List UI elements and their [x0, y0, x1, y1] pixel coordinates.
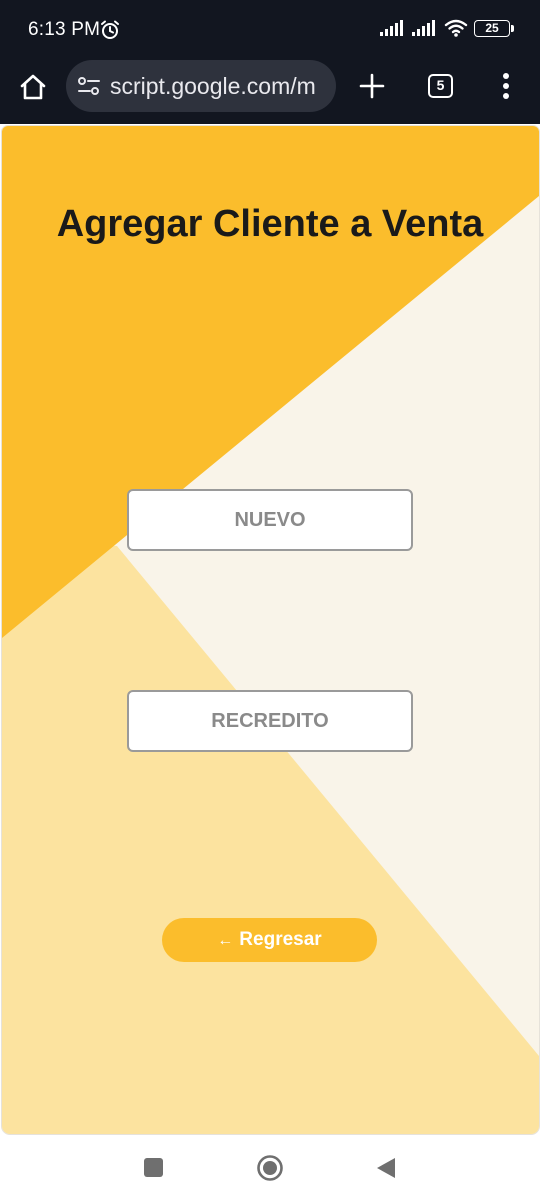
url-text[interactable]: script.google.com/m: [110, 73, 316, 100]
more-vert-icon[interactable]: [500, 72, 512, 100]
recredito-button[interactable]: RECREDITO: [127, 690, 413, 752]
home-icon[interactable]: [18, 72, 48, 102]
battery-icon: 25: [474, 19, 514, 37]
page-background: [2, 126, 539, 1134]
status-icons: 25: [380, 19, 514, 37]
status-bar: 6:13 PM 25: [0, 0, 540, 60]
plus-icon[interactable]: [358, 72, 386, 100]
back-button[interactable]: ← Regresar: [162, 918, 377, 962]
nuevo-button[interactable]: NUEVO: [127, 489, 413, 551]
site-settings-icon[interactable]: [78, 76, 100, 96]
home-circle-icon[interactable]: [256, 1154, 284, 1182]
url-bar[interactable]: script.google.com/m: [66, 60, 336, 112]
browser-toolbar: script.google.com/m 5: [0, 60, 540, 124]
back-button-label: Regresar: [239, 929, 322, 950]
wifi-icon: [444, 19, 468, 37]
recents-square-icon[interactable]: [144, 1158, 163, 1177]
signal-icon: [380, 20, 403, 36]
tab-switcher-button[interactable]: 5: [428, 74, 453, 98]
back-triangle-icon[interactable]: [375, 1156, 397, 1180]
page-title: Agregar Cliente a Venta: [56, 203, 484, 245]
status-time: 6:13 PM: [28, 19, 101, 40]
signal-icon: [412, 20, 435, 36]
web-page: Agregar Cliente a Venta NUEVO RECREDITO …: [2, 126, 539, 1134]
back-arrow-icon: ←: [217, 932, 234, 949]
system-nav-bar: [0, 1136, 540, 1200]
alarm-icon: [101, 20, 119, 39]
